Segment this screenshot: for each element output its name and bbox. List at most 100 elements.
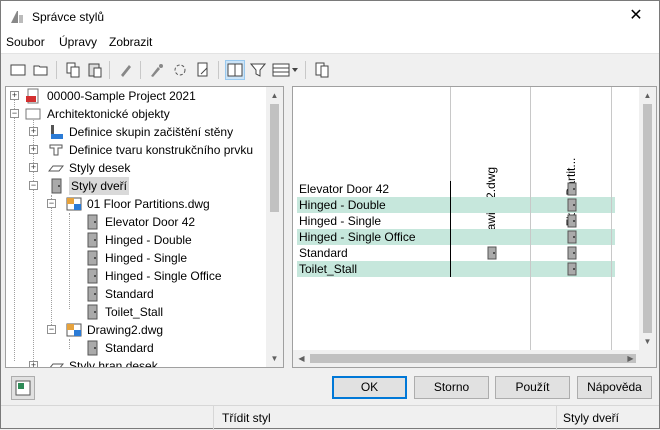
status-bar: Třídit styl Styly dveří <box>1 405 659 430</box>
ok-button[interactable]: OK <box>332 376 407 399</box>
tree-item[interactable]: + Definice tvaru konstrukčního prvku <box>6 141 266 159</box>
tree-item-label: Definice skupin začištění stěny <box>69 125 234 139</box>
help-button[interactable]: Nápověda <box>577 376 652 399</box>
door-icon <box>567 214 577 228</box>
scroll-thumb[interactable] <box>270 104 279 212</box>
filter-icon[interactable] <box>248 60 268 80</box>
sync-icon[interactable] <box>170 60 190 80</box>
window-title: Správce stylů <box>32 10 105 24</box>
column-header-floor-partitions[interactable]: 01 Floor Partit... <box>563 95 579 243</box>
tree-item-label: Drawing2.dwg <box>87 323 164 337</box>
tree-item[interactable]: Standard <box>6 339 266 357</box>
grid-horizontal-scrollbar[interactable]: ◀ ▶ <box>293 350 639 367</box>
edit-style-icon[interactable] <box>193 60 213 80</box>
tree-vertical-scrollbar[interactable]: ▲ ▼ <box>266 87 283 367</box>
tree-item[interactable]: Standard <box>6 285 266 303</box>
purge-all-icon[interactable] <box>147 60 167 80</box>
status-current-node: Styly dveří <box>563 411 620 425</box>
menu-file[interactable]: Soubor <box>6 35 45 49</box>
view-options-icon[interactable] <box>271 60 299 80</box>
column-header-drawing2[interactable]: Drawing2.dwg <box>483 95 499 243</box>
apply-button[interactable]: Použít <box>495 376 570 399</box>
cancel-button[interactable]: Storno <box>414 376 489 399</box>
compare-icon[interactable] <box>312 60 332 80</box>
door-icon <box>567 246 577 260</box>
purge-icon[interactable] <box>116 60 136 80</box>
door-icon <box>567 198 577 212</box>
new-icon[interactable] <box>8 60 28 80</box>
tree-item-selected[interactable]: − Styly dveří <box>6 177 266 195</box>
style-manager-window: Správce stylů ✕ Soubor Úpravy Zobrazit +… <box>0 0 660 430</box>
door-icon <box>87 340 98 356</box>
slab-icon <box>48 165 64 172</box>
title-bar: Správce stylů ✕ <box>1 1 659 32</box>
tree-item[interactable]: − Architektonické objekty <box>6 105 266 123</box>
tree-item-label: Standard <box>105 341 154 355</box>
grid-row-label: Elevator Door 42 <box>299 182 390 196</box>
door-icon <box>87 268 98 284</box>
tree-item-label: Definice tvaru konstrukčního prvku <box>69 143 254 157</box>
scroll-thumb[interactable] <box>643 104 652 333</box>
tree-item[interactable]: − 01 Floor Partitions.dwg <box>6 195 266 213</box>
grid-row-label: Toilet_Stall <box>299 262 358 276</box>
toolbar <box>1 56 659 84</box>
tree-item[interactable]: + Definice skupin začištění stěny <box>6 123 266 141</box>
grid-row-label: Standard <box>299 246 348 260</box>
drawing-icon <box>66 323 82 337</box>
tree-item-label: 01 Floor Partitions.dwg <box>87 197 210 211</box>
folder-icon <box>25 108 41 120</box>
style-grid[interactable]: Drawing2.dwg 01 Floor Partit... Elevator… <box>292 86 657 368</box>
door-icon <box>487 246 497 260</box>
door-icon <box>87 214 98 230</box>
slab-edge-icon <box>49 363 64 367</box>
tree-item[interactable]: Elevator Door 42 <box>6 213 266 231</box>
door-icon <box>87 286 98 302</box>
preview-icon <box>15 380 31 396</box>
scroll-right-icon[interactable]: ▶ <box>626 354 635 363</box>
grid-vertical-scrollbar[interactable]: ▲ ▼ <box>639 87 656 350</box>
tree-item-label: Toilet_Stall <box>105 305 164 319</box>
menu-view[interactable]: Zobrazit <box>109 35 152 49</box>
status-sort-style: Třídit styl <box>222 411 271 425</box>
scroll-up-icon[interactable]: ▲ <box>643 91 652 100</box>
scroll-down-icon[interactable]: ▼ <box>643 337 652 346</box>
open-icon[interactable] <box>31 60 51 80</box>
tree-item[interactable]: + Styly desek <box>6 159 266 177</box>
tree-item[interactable]: Hinged - Double <box>6 231 266 249</box>
scroll-left-icon[interactable]: ◀ <box>297 354 306 363</box>
grid-row-label: Hinged - Single <box>299 214 382 228</box>
door-icon <box>567 182 577 196</box>
tree-item-label: Architektonické objekty <box>47 107 170 121</box>
tree-item-label: Styly desek <box>69 161 131 175</box>
style-tree[interactable]: + 00000-Sample Project 2021 − Architekto… <box>5 86 284 368</box>
scroll-thumb[interactable] <box>310 354 636 363</box>
project-file-icon <box>26 88 39 104</box>
copy-icon[interactable] <box>63 60 83 80</box>
tree-item-label: Styly hran desek <box>69 359 158 368</box>
wall-cleanup-icon <box>51 125 63 139</box>
tree-item[interactable]: Toilet_Stall <box>6 303 266 321</box>
tree-item-label: Hinged - Single <box>105 251 188 265</box>
tree-item[interactable]: + 00000-Sample Project 2021 <box>6 87 266 105</box>
drawing-icon <box>66 197 82 211</box>
menu-edit[interactable]: Úpravy <box>59 35 97 49</box>
door-icon <box>567 262 577 276</box>
scroll-down-icon[interactable]: ▼ <box>270 354 279 363</box>
door-icon <box>87 304 98 320</box>
app-icon <box>11 11 23 23</box>
tree-item[interactable]: Hinged - Single Office <box>6 267 266 285</box>
scroll-up-icon[interactable]: ▲ <box>270 91 279 100</box>
tree-item-label: 00000-Sample Project 2021 <box>47 89 196 103</box>
toggle-view-icon[interactable] <box>225 60 245 80</box>
member-shape-icon <box>49 144 63 156</box>
grid-row-label: Hinged - Double <box>299 198 386 212</box>
close-button[interactable]: ✕ <box>613 1 659 32</box>
toggle-preview-button[interactable] <box>11 376 35 400</box>
tree-item-label: Styly dveří <box>69 177 130 195</box>
menu-bar: Soubor Úpravy Zobrazit <box>1 32 659 54</box>
tree-item[interactable]: + Styly hran desek <box>6 357 266 368</box>
tree-item[interactable]: − Drawing2.dwg <box>6 321 266 339</box>
tree-item[interactable]: Hinged - Single <box>6 249 266 267</box>
paste-icon[interactable] <box>85 60 105 80</box>
door-icon <box>87 232 98 248</box>
